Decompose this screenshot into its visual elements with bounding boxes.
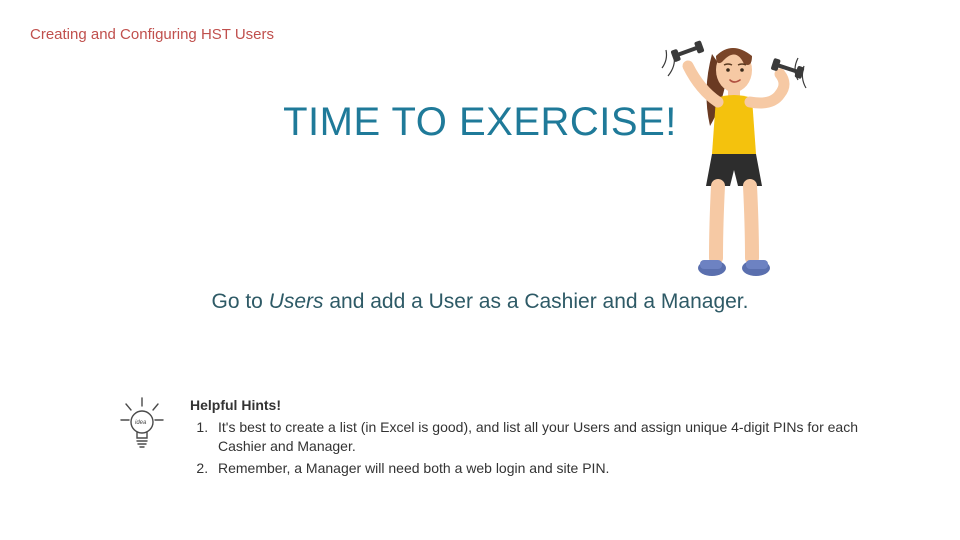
instruction-tail: and add a User as a Cashier and a Manage… — [324, 290, 749, 313]
list-item: It's best to create a list (in Excel is … — [212, 418, 910, 457]
woman-exercising-icon — [652, 36, 812, 286]
svg-text:idea: idea — [135, 420, 147, 426]
hints-list: It's best to create a list (in Excel is … — [190, 418, 910, 479]
instruction-lead: Go to — [212, 290, 269, 313]
list-item: Remember, a Manager will need both a web… — [212, 459, 910, 479]
helpful-hints: Helpful Hints! It's best to create a lis… — [190, 396, 910, 480]
instruction-emphasis: Users — [269, 290, 324, 313]
hints-heading: Helpful Hints! — [190, 396, 910, 416]
breadcrumb: Creating and Configuring HST Users — [30, 26, 274, 43]
idea-bulb-icon: idea — [118, 396, 166, 456]
page-title: TIME TO EXERCISE! — [0, 100, 960, 145]
instruction-line: Go to Users and add a User as a Cashier … — [0, 290, 960, 314]
